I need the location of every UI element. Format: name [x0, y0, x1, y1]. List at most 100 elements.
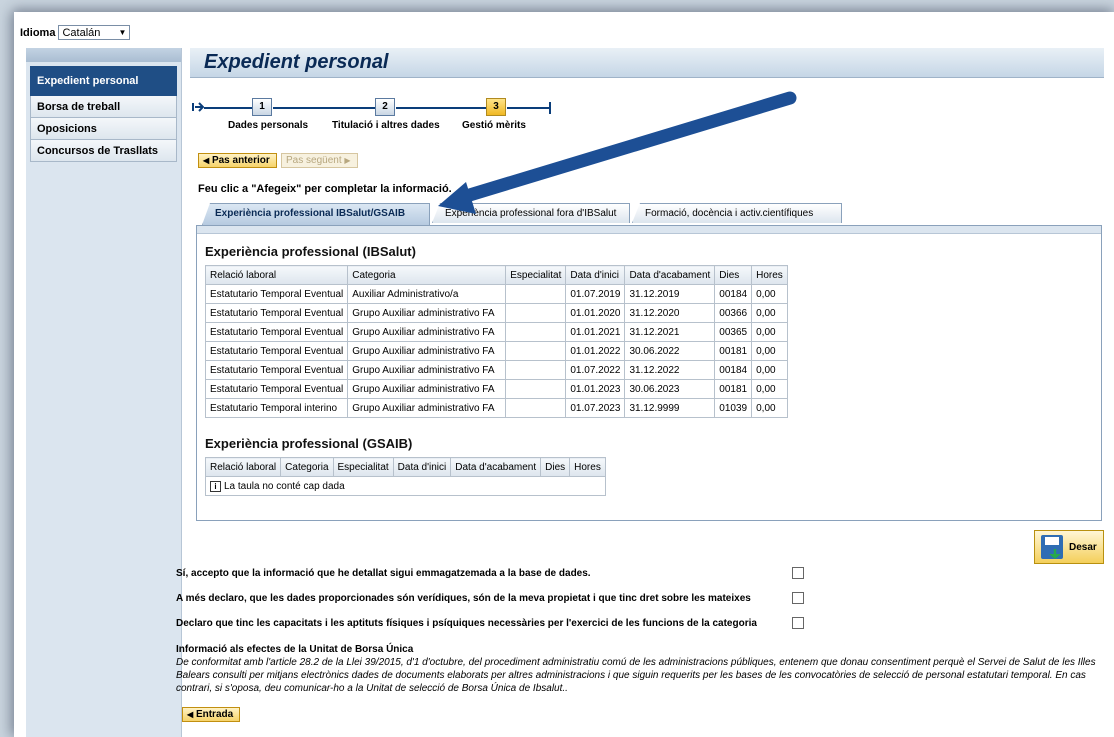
table-row[interactable]: Estatutario Temporal Eventual Auxiliar Ad…	[204, 284, 788, 304]
column-header[interactable]: Data d'acabament	[624, 265, 716, 285]
step-3-box[interactable]: 3	[486, 98, 506, 116]
table-cell	[505, 360, 567, 380]
table-cell: 00366	[714, 303, 753, 323]
consent-text-2: A més declaro, que les dades proporciona…	[176, 592, 751, 604]
column-header[interactable]: Data d'acabament	[450, 457, 542, 477]
tab-formacio-docencia[interactable]: Formació, docència i activ.científiques	[632, 203, 842, 223]
table-cell	[505, 322, 567, 342]
table-row[interactable]: Estatutario Temporal Eventual Grupo Auxil…	[204, 360, 788, 380]
table-cell: 01.01.2022	[565, 341, 626, 361]
table-cell: Estatutario Temporal Eventual	[204, 303, 349, 323]
arrow-left-icon: ◀	[187, 710, 194, 719]
step-1-box[interactable]: 1	[252, 98, 272, 116]
empty-table-message: La taula no conté cap dada	[224, 480, 345, 492]
consent-text-1: Sí, accepto que la informació que he det…	[176, 567, 591, 579]
entry-label: Entrada	[195, 709, 234, 720]
table-cell: Grupo Auxiliar administrativo FA	[347, 303, 507, 323]
column-header[interactable]: Data d'inici	[565, 265, 626, 285]
next-step-button[interactable]: Pas següent ▶	[281, 153, 358, 168]
table-cell: Estatutario Temporal interino	[204, 398, 349, 418]
table-cell: 0,00	[751, 360, 788, 380]
column-header[interactable]: Hores	[569, 457, 606, 477]
sidebar: Expedient personal Borsa de treball Opos…	[26, 48, 182, 737]
entry-button[interactable]: ◀ Entrada	[182, 707, 241, 722]
table-cell: 00181	[714, 379, 753, 399]
column-header[interactable]: Relació laboral	[204, 265, 349, 285]
table-cell: Grupo Auxiliar administrativo FA	[347, 322, 507, 342]
table-cell: 00365	[714, 322, 753, 342]
step-connector	[396, 107, 486, 109]
save-label: Desar	[1069, 541, 1097, 553]
table-cell: 31.12.2019	[624, 284, 716, 304]
step-3-label: Gestió mèrits	[462, 120, 526, 131]
table-cell	[505, 398, 567, 418]
column-header[interactable]: Categoria	[280, 457, 334, 477]
tab-experiencia-ibsalut-gsaib[interactable]: Experiència professional IBSalut/GSAIB	[202, 203, 430, 225]
language-label: Idioma	[20, 26, 56, 39]
sidebar-item-expedient-personal[interactable]: Expedient personal	[30, 66, 177, 96]
column-header[interactable]: Especialitat	[505, 265, 567, 285]
table-cell: Estatutario Temporal Eventual	[204, 322, 349, 342]
info-text: De conformitat amb l'article 28.2 de la …	[176, 657, 1096, 694]
step-2-label: Titulació i altres dades	[332, 120, 440, 131]
table-cell	[505, 341, 567, 361]
column-header[interactable]: Hores	[751, 265, 788, 285]
sidebar-item-oposicions[interactable]: Oposicions	[30, 118, 177, 140]
table-row[interactable]: Estatutario Temporal interino Grupo Auxil…	[204, 398, 788, 418]
table-cell: 01.01.2020	[565, 303, 626, 323]
table-row[interactable]: Estatutario Temporal Eventual Grupo Auxil…	[204, 379, 788, 399]
table-row[interactable]: Estatutario Temporal Eventual Grupo Auxil…	[204, 322, 788, 342]
consent-checkbox-1[interactable]	[792, 567, 804, 579]
table-cell: Estatutario Temporal Eventual	[204, 379, 349, 399]
consent-row-1: Sí, accepto que la informació que he det…	[176, 567, 804, 579]
column-header[interactable]: Dies	[714, 265, 753, 285]
sidebar-item-borsa-de-treball[interactable]: Borsa de treball	[30, 96, 177, 118]
ibsalut-table: Relació laboral Categoria Especialitat D…	[204, 265, 788, 418]
table-cell: 0,00	[751, 303, 788, 323]
table-cell: 31.12.9999	[624, 398, 716, 418]
arrow-right-icon: ▶	[344, 156, 351, 165]
previous-step-button[interactable]: ◀ Pas anterior	[198, 153, 277, 168]
table-cell	[505, 303, 567, 323]
page-title: Expedient personal	[204, 51, 389, 73]
page-header: Expedient personal	[190, 48, 1104, 78]
arrow-left-icon: ◀	[203, 156, 210, 165]
column-header[interactable]: Relació laboral	[204, 457, 282, 477]
consent-row-2: A més declaro, que les dades proporciona…	[176, 592, 804, 604]
stepper: 1 2 3 Dades personals Titulació i altres…	[192, 96, 572, 136]
table-cell: 0,00	[751, 341, 788, 361]
consent-checkbox-2[interactable]	[792, 592, 804, 604]
panel-topbar	[197, 226, 1101, 234]
step-2-box[interactable]: 2	[375, 98, 395, 116]
sidebar-item-concursos-de-trasllats[interactable]: Concursos de Trasllats	[30, 140, 177, 162]
column-header[interactable]: Dies	[540, 457, 571, 477]
step-1-label: Dades personals	[228, 120, 309, 131]
language-select[interactable]: Catalán ▼	[58, 25, 131, 40]
save-icon	[1041, 535, 1063, 559]
table-row[interactable]: Estatutario Temporal Eventual Grupo Auxil…	[204, 303, 788, 323]
stepper-end-cap	[549, 102, 551, 114]
table-cell: Grupo Auxiliar administrativo FA	[347, 379, 507, 399]
table-cell: 30.06.2022	[624, 341, 716, 361]
consent-checkbox-3[interactable]	[792, 617, 804, 629]
column-header[interactable]: Especialitat	[332, 457, 394, 477]
save-button[interactable]: Desar	[1034, 530, 1104, 564]
table-cell: 31.12.2020	[624, 303, 716, 323]
consent-row-3: Declaro que tinc les capacitats i les ap…	[176, 617, 804, 629]
gsaib-section-title: Experiència professional (GSAIB)	[205, 436, 413, 451]
table-cell: Auxiliar Administrativo/a	[347, 284, 507, 304]
column-header[interactable]: Data d'inici	[392, 457, 452, 477]
table-cell	[505, 379, 567, 399]
table-cell: 31.12.2021	[624, 322, 716, 342]
previous-step-label: Pas anterior	[211, 155, 270, 166]
table-row[interactable]: Estatutario Temporal Eventual Grupo Auxil…	[204, 341, 788, 361]
table-cell: 01.01.2023	[565, 379, 626, 399]
info-icon: i	[210, 480, 221, 492]
empty-table-cell: i La taula no conté cap dada	[205, 476, 606, 496]
column-header[interactable]: Categoria	[347, 265, 507, 285]
start-arrow-icon	[192, 102, 204, 112]
tab-experiencia-fora-ibsalut[interactable]: Experiència professional fora d'IBSalut	[432, 203, 630, 223]
table-header-row: Relació laboral Categoria Especialitat D…	[204, 457, 606, 477]
gsaib-table: Relació laboral Categoria Especialitat D…	[204, 457, 606, 496]
table-cell: 01.07.2022	[565, 360, 626, 380]
